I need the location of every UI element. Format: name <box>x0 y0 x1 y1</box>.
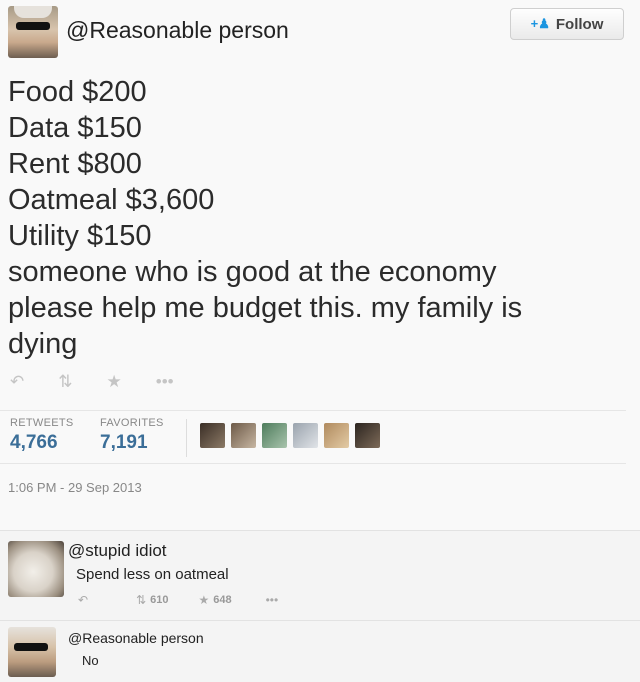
reply-avatar[interactable] <box>8 627 56 677</box>
avatar-glasses <box>16 22 50 30</box>
star-icon[interactable]: ★ <box>107 372 122 392</box>
star-icon[interactable]: ★ <box>198 593 209 607</box>
tweet-timestamp[interactable]: 1:06 PM - 29 Sep 2013 <box>8 480 142 495</box>
retweets-stat[interactable]: RETWEETS 4,766 <box>10 417 74 454</box>
favorites-label: FAVORITES <box>100 417 164 429</box>
favoriter-avatar[interactable] <box>262 423 287 448</box>
stats-divider <box>186 419 187 457</box>
follow-label: Follow <box>555 15 604 33</box>
tweet-line: Food $200 <box>8 76 147 108</box>
reply-retweet-count: 610 <box>150 594 169 606</box>
tweet-line: dying <box>8 328 78 360</box>
favorites-count: 7,191 <box>100 432 148 453</box>
retweets-label: RETWEETS <box>10 417 74 429</box>
follow-button[interactable]: +♟ Follow <box>510 8 624 40</box>
reply-icon[interactable]: ↶ <box>78 593 88 607</box>
tweet-line: Rent $800 <box>8 148 142 180</box>
reply-tweet: @Reasonable person No <box>0 620 640 682</box>
tweet-line: someone who is good at the economy <box>8 256 497 288</box>
tweet-line: Utility $150 <box>8 220 152 252</box>
favoriter-avatar[interactable] <box>231 423 256 448</box>
favoriter-avatar[interactable] <box>355 423 380 448</box>
tweet-line: Data $150 <box>8 112 142 144</box>
favorited-avatars <box>200 423 380 448</box>
avatar-glasses <box>14 643 48 651</box>
tweet-line: Oatmeal $3,600 <box>8 184 215 216</box>
tweet-line: please help me budget this. my family is <box>8 292 523 324</box>
author-handle[interactable]: @Reasonable person <box>66 17 289 44</box>
retweet-icon[interactable]: ⇅ <box>58 372 72 392</box>
more-icon[interactable]: ••• <box>156 372 174 392</box>
reply-text: Spend less on oatmeal <box>76 566 229 583</box>
reply-icon[interactable]: ↶ <box>10 372 24 392</box>
favoriter-avatar[interactable] <box>293 423 318 448</box>
main-tweet: @Reasonable person +♟ Follow Food $200 D… <box>0 0 640 530</box>
tweet-actions: ↶ ⇅ ★ ••• <box>10 372 174 392</box>
retweets-count: 4,766 <box>10 432 58 453</box>
favoriter-avatar[interactable] <box>200 423 225 448</box>
more-icon[interactable]: ••• <box>266 593 279 607</box>
reply-favorite-count: 648 <box>213 594 232 606</box>
tweet-text: Food $200 Data $150 Rent $800 Oatmeal $3… <box>8 74 608 362</box>
reply-tweet: @stupid idiot Spend less on oatmeal ↶ ⇅ … <box>0 530 640 620</box>
add-user-icon: +♟ <box>530 16 550 31</box>
reply-handle[interactable]: @Reasonable person <box>68 630 204 646</box>
author-avatar[interactable] <box>8 6 58 58</box>
favorites-stat[interactable]: FAVORITES 7,191 <box>100 417 164 454</box>
reply-actions: ↶ ⇅ 610 ★ 648 ••• <box>78 593 278 607</box>
retweet-icon[interactable]: ⇅ <box>136 593 146 607</box>
tweet-stats: RETWEETS 4,766 FAVORITES 7,191 <box>0 410 626 464</box>
favoriter-avatar[interactable] <box>324 423 349 448</box>
reply-handle[interactable]: @stupid idiot <box>68 541 167 561</box>
reply-avatar[interactable] <box>8 541 64 597</box>
avatar-hair <box>14 6 52 18</box>
reply-text: No <box>82 653 99 668</box>
